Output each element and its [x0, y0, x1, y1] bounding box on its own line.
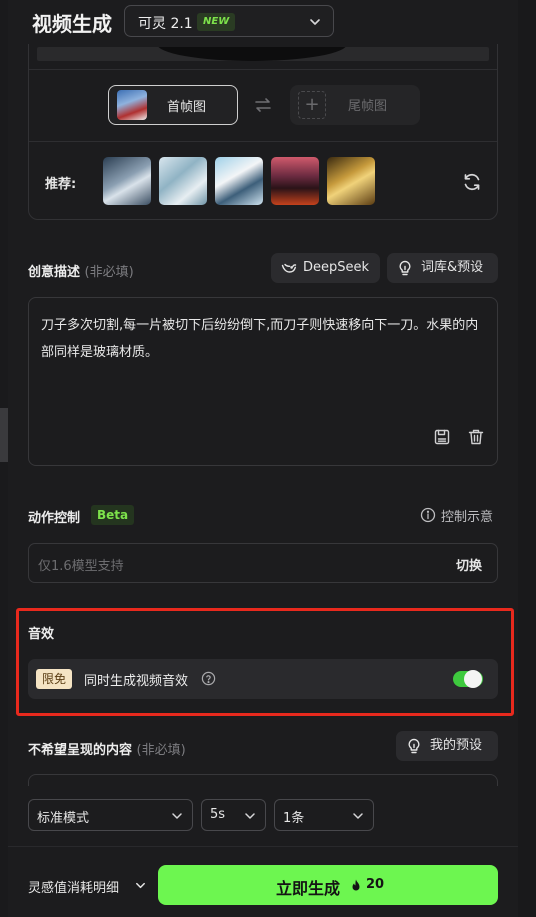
motion-control-label: 动作控制	[28, 511, 81, 526]
chevron-down-icon	[245, 813, 255, 819]
mode-value: 标准模式	[37, 811, 90, 826]
beta-badge: Beta	[91, 505, 135, 525]
control-demo-label: 控制示意	[441, 510, 494, 525]
scrollbar-track[interactable]	[518, 0, 536, 917]
trash-icon[interactable]	[467, 428, 485, 446]
first-frame-thumbnail	[117, 90, 147, 120]
save-icon[interactable]	[433, 428, 451, 446]
divider	[29, 141, 497, 142]
lightbulb-icon	[408, 738, 420, 754]
recommend-thumbnail[interactable]	[159, 157, 207, 205]
negative-prompt-title: 不希望呈现的内容	[28, 743, 133, 758]
my-preset-button[interactable]: 我的预设	[396, 731, 498, 761]
recommend-thumbnail[interactable]	[327, 157, 375, 205]
deepseek-label: DeepSeek	[303, 260, 370, 275]
description-text[interactable]: 刀子多次切割,每一片被切下后纷纷倒下,而刀子则快速移向下一刀。水果的内部同样是玻…	[41, 312, 487, 366]
footer-bar: 灵感值消耗明细 立即生成 20	[8, 846, 518, 917]
video-preview	[37, 47, 489, 61]
model-name: 可灵 2.1	[138, 16, 193, 32]
negative-prompt-textarea[interactable]	[28, 774, 498, 786]
swap-icon[interactable]	[253, 95, 273, 115]
switch-button[interactable]: 切换	[456, 555, 482, 574]
chevron-down-icon	[136, 882, 145, 889]
header: 视频生成 可灵 2.1 NEW	[8, 0, 518, 44]
chevron-down-icon	[353, 813, 363, 819]
refresh-icon[interactable]	[461, 171, 483, 193]
new-badge: NEW	[197, 13, 236, 31]
credit-cost: 20	[366, 877, 385, 892]
chevron-down-icon	[310, 19, 320, 25]
description-title: 创意描述	[28, 265, 81, 280]
consumption-details-link[interactable]: 灵感值消耗明细	[28, 877, 145, 896]
consumption-label: 灵感值消耗明细	[28, 881, 120, 896]
frame-card: 首帧图 + 尾帧图 推荐:	[28, 30, 498, 220]
mode-select[interactable]: 标准模式	[28, 799, 193, 831]
lightbulb-icon	[399, 260, 411, 276]
negative-prompt-label: 不希望呈现的内容 (非必填)	[28, 739, 186, 758]
first-frame-label: 首帧图	[167, 100, 207, 115]
motion-placeholder: 仅1.6模型支持	[38, 559, 124, 574]
recommend-thumbnail[interactable]	[271, 157, 319, 205]
chevron-down-icon	[172, 813, 182, 819]
my-preset-label: 我的预设	[430, 738, 483, 753]
generate-label: 立即生成	[276, 879, 341, 898]
divider	[29, 69, 497, 70]
library-preset-button[interactable]: 词库&预设	[387, 253, 498, 283]
recommend-thumbnail[interactable]	[103, 157, 151, 205]
deepseek-button[interactable]: DeepSeek	[271, 253, 380, 283]
generate-button[interactable]: 立即生成 20	[158, 865, 498, 905]
last-frame-button[interactable]: + 尾帧图	[290, 85, 420, 125]
recommend-label: 推荐:	[45, 177, 77, 192]
first-frame-button[interactable]: 首帧图	[108, 85, 238, 125]
optional-hint: (非必填)	[84, 265, 134, 280]
duration-value: 5s	[210, 807, 226, 822]
page-title: 视频生成	[32, 12, 112, 36]
flame-icon	[352, 879, 360, 891]
left-edge-strip	[0, 0, 8, 917]
motion-control-field[interactable]: 仅1.6模型支持 切换	[28, 543, 498, 583]
last-frame-label: 尾帧图	[348, 99, 388, 114]
info-icon	[420, 507, 436, 523]
add-icon: +	[298, 91, 326, 119]
description-textarea[interactable]: 刀子多次切割,每一片被切下后纷纷倒下,而刀子则快速移向下一刀。水果的内部同样是玻…	[28, 297, 498, 466]
duration-select[interactable]: 5s	[201, 799, 266, 831]
recommend-thumbnail[interactable]	[215, 157, 263, 205]
model-select[interactable]: 可灵 2.1 NEW	[124, 5, 334, 37]
optional-hint: (非必填)	[136, 743, 186, 758]
count-value: 1条	[283, 811, 305, 826]
count-select[interactable]: 1条	[274, 799, 374, 831]
scroll-handle[interactable]	[0, 408, 8, 462]
deepseek-icon	[281, 263, 297, 273]
library-preset-label: 词库&预设	[421, 260, 484, 275]
highlight-box	[16, 608, 514, 716]
description-label: 创意描述 (非必填)	[28, 261, 134, 280]
